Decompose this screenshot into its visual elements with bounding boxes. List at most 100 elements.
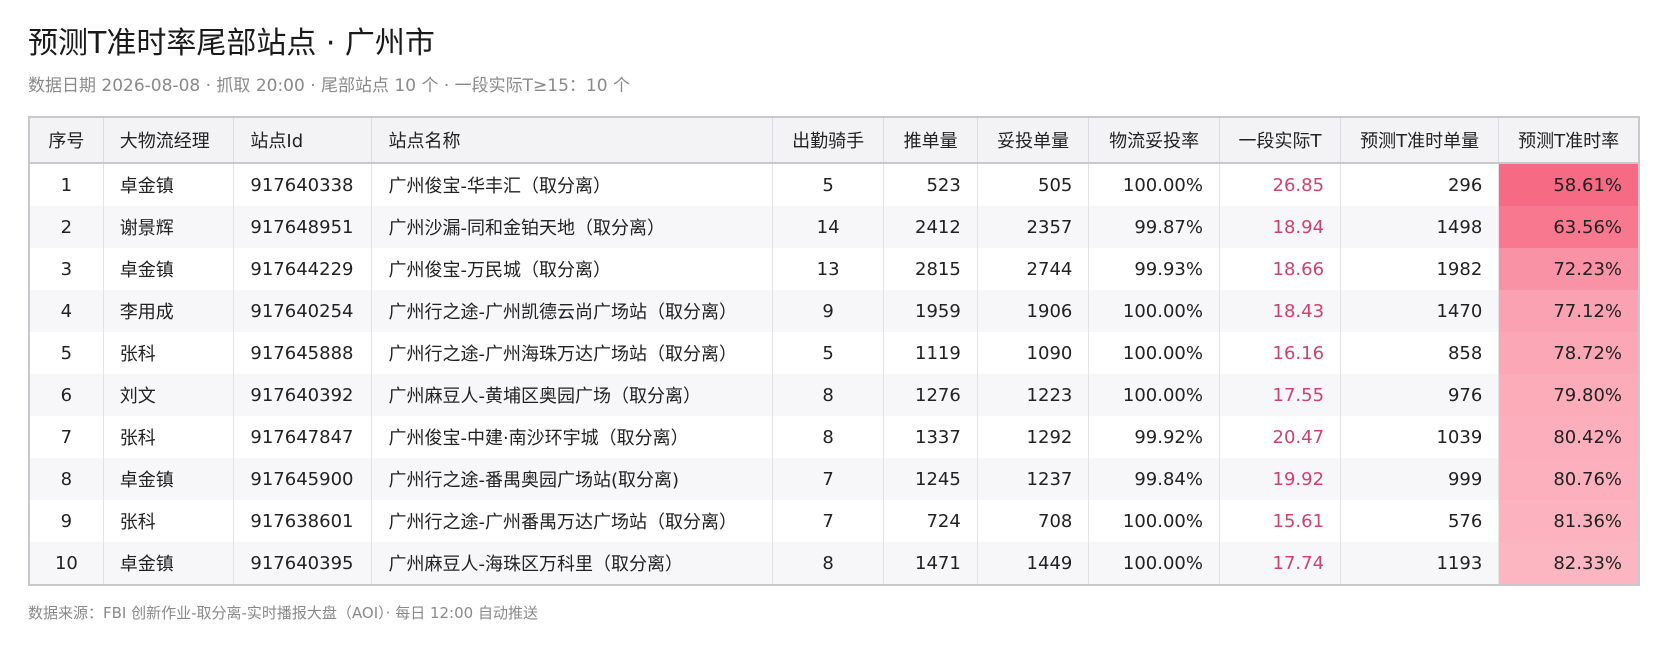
cell-delivery-rate: 99.84% [1088,458,1220,500]
table-row: 8 卓金镇 917645900 广州行之途-番禺奥园广场站(取分离) 7 1245 1237… [30,458,1638,500]
col-header-manager: 大物流经理 [103,118,235,164]
cell-delivered-count: 1906 [977,290,1090,332]
table-row: 10 卓金镇 917640395 广州麻豆人-海珠区万科里（取分离） 8 1471 1449… [30,542,1638,584]
cell-ontime-count: 858 [1340,332,1500,374]
cell-stage1-t: 19.92 [1219,458,1342,500]
cell-ontime-rate: 63.56% [1498,206,1638,248]
table-row: 6 刘文 917640392 广州麻豆人-黄埔区奥园广场（取分离） 8 1276 1223 1… [30,374,1638,416]
cell-riders: 8 [772,374,885,416]
cell-push-count: 1959 [883,290,978,332]
col-header-riders: 出勤骑手 [772,118,885,164]
cell-delivery-rate: 99.92% [1088,416,1220,458]
cell-site-name: 广州沙漏-同和金铂天地（取分离） [371,206,773,248]
cell-riders: 8 [772,416,885,458]
cell-stage1-t: 17.55 [1219,374,1342,416]
col-header-stage1-t: 一段实际T [1219,118,1342,164]
col-header-index: 序号 [30,118,104,164]
cell-ontime-count: 576 [1340,500,1500,542]
cell-delivery-rate: 100.00% [1088,542,1220,584]
cell-delivery-rate: 99.87% [1088,206,1220,248]
cell-ontime-count: 1193 [1340,542,1500,584]
page-subtitle: 数据日期 2026-08-08 · 抓取 20:00 · 尾部站点 10 个 ·… [28,76,630,96]
col-header-ontime-count: 预测T准时单量 [1340,118,1500,164]
cell-index: 9 [30,500,104,542]
cell-riders: 7 [772,500,885,542]
cell-delivered-count: 2744 [977,248,1090,290]
cell-site-name: 广州行之途-广州凯德云尚广场站（取分离） [371,290,773,332]
cell-stage1-t: 18.66 [1219,248,1342,290]
cell-stage1-t: 15.61 [1219,500,1342,542]
cell-ontime-count: 1498 [1340,206,1500,248]
cell-site-id: 917647847 [233,416,373,458]
cell-site-id: 917640392 [233,374,373,416]
cell-index: 2 [30,206,104,248]
cell-delivered-count: 1237 [977,458,1090,500]
cell-index: 1 [30,163,104,206]
cell-site-id: 917644229 [233,248,373,290]
table-row: 3 卓金镇 917644229 广州俊宝-万民城（取分离） 13 2815 2744 99.9… [30,248,1638,290]
report-page: 预测T准时率尾部站点 · 广州市 数据日期 2026-08-08 · 抓取 20… [28,22,1642,624]
cell-ontime-rate: 58.61% [1498,163,1638,206]
cell-ontime-count: 1982 [1340,248,1500,290]
cell-riders: 5 [772,163,885,206]
cell-manager: 卓金镇 [103,458,235,500]
cell-delivered-count: 1090 [977,332,1090,374]
cell-push-count: 1245 [883,458,978,500]
cell-delivered-count: 708 [977,500,1090,542]
col-header-delivery-rate: 物流妥投率 [1088,118,1220,164]
table-row: 9 张科 917638601 广州行之途-广州番禺万达广场站（取分离） 7 724 708 1… [30,500,1638,542]
cell-delivered-count: 1223 [977,374,1090,416]
cell-ontime-count: 999 [1340,458,1500,500]
cell-manager: 张科 [103,500,235,542]
cell-push-count: 1276 [883,374,978,416]
cell-delivery-rate: 100.00% [1088,500,1220,542]
cell-manager: 张科 [103,332,235,374]
cell-site-name: 广州行之途-番禺奥园广场站(取分离) [371,458,773,500]
cell-stage1-t: 18.94 [1219,206,1342,248]
cell-delivered-count: 505 [977,163,1090,206]
cell-delivery-rate: 100.00% [1088,374,1220,416]
cell-ontime-count: 1039 [1340,416,1500,458]
cell-site-id: 917648951 [233,206,373,248]
cell-manager: 刘文 [103,374,235,416]
cell-delivery-rate: 100.00% [1088,163,1220,206]
cell-delivery-rate: 100.00% [1088,290,1220,332]
cell-delivery-rate: 100.00% [1088,332,1220,374]
cell-riders: 8 [772,542,885,584]
page-title: 预测T准时率尾部站点 · 广州市 [28,26,435,61]
cell-site-name: 广州俊宝-万民城（取分离） [371,248,773,290]
table-row: 1 卓金镇 917640338 广州俊宝-华丰汇（取分离） 5 523 505 100.00%… [30,163,1638,206]
cell-ontime-count: 296 [1340,163,1500,206]
cell-index: 3 [30,248,104,290]
table-row: 2 谢景辉 917648951 广州沙漏-同和金铂天地（取分离） 14 2412 2357 9… [30,206,1638,248]
col-header-push: 推单量 [883,118,978,164]
cell-site-name: 广州行之途-广州番禺万达广场站（取分离） [371,500,773,542]
cell-site-name: 广州麻豆人-黄埔区奥园广场（取分离） [371,374,773,416]
cell-site-name: 广州俊宝-华丰汇（取分离） [371,163,773,206]
table-body: 1 卓金镇 917640338 广州俊宝-华丰汇（取分离） 5 523 505 100.00%… [30,163,1638,584]
cell-manager: 张科 [103,416,235,458]
cell-site-id: 917638601 [233,500,373,542]
cell-ontime-rate: 72.23% [1498,248,1638,290]
cell-site-id: 917640338 [233,163,373,206]
cell-riders: 5 [772,332,885,374]
cell-site-name: 广州行之途-广州海珠万达广场站（取分离） [371,332,773,374]
tail-sites-table: 序号 大物流经理 站点Id 站点名称 出勤骑手 推单量 妥投单量 物流妥投率 一段实际T 预测T准… [28,116,1640,586]
cell-site-name: 广州俊宝-中建·南沙环宇城（取分离） [371,416,773,458]
cell-site-id: 917640395 [233,542,373,584]
col-header-ontime-rate: 预测T准时率 [1498,118,1638,164]
cell-index: 10 [30,542,104,584]
cell-riders: 7 [772,458,885,500]
table-row: 4 李用成 917640254 广州行之途-广州凯德云尚广场站（取分离） 9 1959 19… [30,290,1638,332]
cell-ontime-rate: 80.76% [1498,458,1638,500]
cell-site-id: 917640254 [233,290,373,332]
cell-index: 6 [30,374,104,416]
cell-ontime-count: 976 [1340,374,1500,416]
cell-stage1-t: 20.47 [1219,416,1342,458]
cell-site-id: 917645888 [233,332,373,374]
cell-stage1-t: 17.74 [1219,542,1342,584]
col-header-delivered: 妥投单量 [977,118,1090,164]
cell-index: 4 [30,290,104,332]
cell-manager: 卓金镇 [103,542,235,584]
cell-push-count: 724 [883,500,978,542]
